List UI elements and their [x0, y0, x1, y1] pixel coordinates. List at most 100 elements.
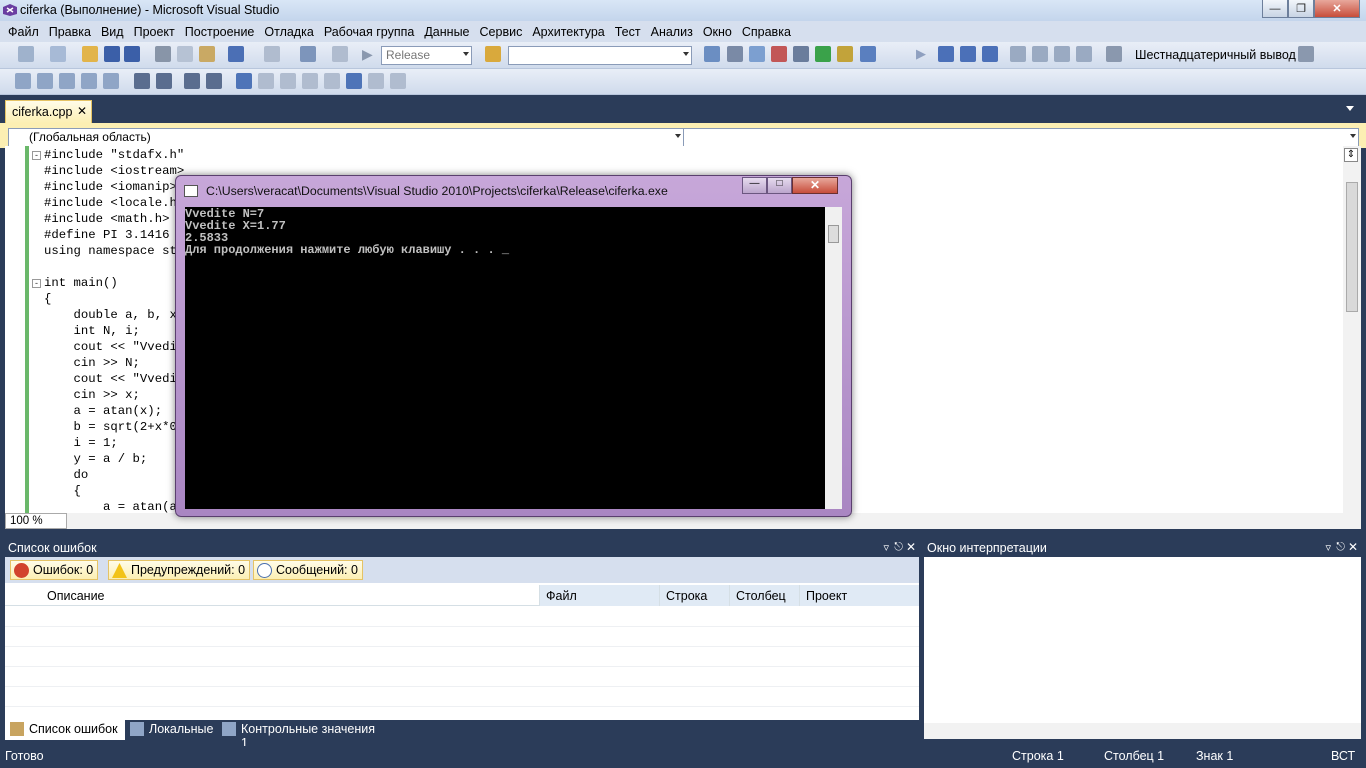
break-all-icon[interactable]: [938, 46, 954, 62]
menu-project[interactable]: Проект: [129, 25, 180, 39]
tab-locals[interactable]: Локальные: [125, 720, 217, 740]
undo-icon[interactable]: [228, 46, 244, 62]
cut-icon[interactable]: [155, 46, 171, 62]
start-debugging-icon[interactable]: ▶: [362, 46, 378, 62]
menu-edit[interactable]: Правка: [44, 25, 96, 39]
solution-explorer-icon[interactable]: [704, 46, 720, 62]
outline-collapse-icon[interactable]: -: [32, 279, 41, 288]
zoom-combo[interactable]: 100 %: [5, 513, 67, 529]
console-scroll-thumb[interactable]: [828, 225, 839, 243]
previous-bookmark-folder-icon[interactable]: [302, 73, 318, 89]
show-next-statement-icon[interactable]: [1010, 46, 1026, 62]
console-window[interactable]: C:\Users\veracat\Documents\Visual Studio…: [175, 175, 852, 517]
next-bookmark-folder-icon[interactable]: [324, 73, 340, 89]
properties-icon[interactable]: [727, 46, 743, 62]
new-project-icon[interactable]: [18, 46, 34, 62]
menu-help[interactable]: Справка: [737, 25, 796, 39]
hex-output-label[interactable]: Шестнадцатеричный вывод: [1135, 48, 1296, 62]
menu-tools[interactable]: Сервис: [475, 25, 528, 39]
toolbar-options-icon[interactable]: [1298, 46, 1314, 62]
scrollbar-thumb[interactable]: [1346, 182, 1358, 312]
decrease-indent-icon[interactable]: [134, 73, 150, 89]
paste-icon[interactable]: [199, 46, 215, 62]
close-button[interactable]: ✕: [1314, 0, 1360, 18]
add-item-icon[interactable]: [50, 46, 66, 62]
warnings-filter-button[interactable]: Предупреждений: 0: [108, 560, 251, 580]
class-view-icon[interactable]: [837, 46, 853, 62]
clear-bookmarks-icon[interactable]: [390, 73, 406, 89]
panel-close-icon[interactable]: ✕: [1348, 540, 1358, 554]
menu-team[interactable]: Рабочая группа: [319, 25, 420, 39]
menu-architecture[interactable]: Архитектура: [527, 25, 609, 39]
display-object-member-list-icon[interactable]: [15, 73, 31, 89]
column-line[interactable]: Строка: [659, 585, 729, 606]
outline-collapse-icon[interactable]: -: [32, 151, 41, 160]
open-file-icon[interactable]: [82, 46, 98, 62]
copy-icon[interactable]: [177, 46, 193, 62]
immediate-horizontal-scrollbar[interactable]: [924, 723, 1361, 739]
find-combo[interactable]: [508, 46, 692, 65]
tools-icon[interactable]: [793, 46, 809, 62]
save-all-icon[interactable]: [124, 46, 140, 62]
next-bookmark-icon[interactable]: [280, 73, 296, 89]
stop-debugging-icon[interactable]: [960, 46, 976, 62]
auto-hide-icon[interactable]: ⎋: [894, 541, 903, 554]
next-bookmark-doc-icon[interactable]: [368, 73, 384, 89]
maximize-button[interactable]: ❐: [1288, 0, 1314, 18]
display-parameter-icon[interactable]: [103, 73, 119, 89]
menu-view[interactable]: Вид: [96, 25, 129, 39]
save-icon[interactable]: [104, 46, 120, 62]
object-browser-icon[interactable]: [749, 46, 765, 62]
column-file[interactable]: Файл: [539, 585, 659, 606]
scope-combo[interactable]: (Глобальная область): [8, 128, 684, 147]
menu-window[interactable]: Окно: [698, 25, 737, 39]
step-out-icon[interactable]: [1076, 46, 1092, 62]
pin-icon[interactable]: ▿: [1325, 541, 1331, 554]
quick-info-icon[interactable]: [59, 73, 75, 89]
comment-out-icon[interactable]: [184, 73, 200, 89]
column-column[interactable]: Столбец: [729, 585, 799, 606]
toolbox-icon[interactable]: [771, 46, 787, 62]
find-in-files-icon[interactable]: [485, 46, 501, 62]
menu-test[interactable]: Тест: [610, 25, 646, 39]
panel-close-icon[interactable]: ✕: [906, 540, 916, 554]
step-over-icon[interactable]: [1054, 46, 1070, 62]
console-maximize-button[interactable]: □: [767, 177, 792, 194]
uncomment-icon[interactable]: [206, 73, 222, 89]
console-scrollbar[interactable]: [825, 207, 842, 509]
solution-config-combo[interactable]: Release: [381, 46, 472, 65]
tab-dropdown-icon[interactable]: [1346, 106, 1354, 111]
menu-debug[interactable]: Отладка: [259, 25, 318, 39]
continue-icon[interactable]: ▶: [916, 46, 932, 62]
restart-icon[interactable]: [982, 46, 998, 62]
editor-vertical-scrollbar[interactable]: ⇕: [1343, 146, 1361, 514]
close-tab-icon[interactable]: ✕: [77, 104, 87, 118]
menu-build[interactable]: Построение: [180, 25, 260, 39]
split-icon[interactable]: ⇕: [1344, 148, 1358, 162]
console-close-button[interactable]: ✕: [792, 177, 838, 194]
command-window-icon[interactable]: [860, 46, 876, 62]
column-description[interactable]: Описание: [41, 585, 539, 606]
menu-data[interactable]: Данные: [419, 25, 474, 39]
tab-ciferka-cpp[interactable]: ciferka.cpp ✕: [5, 100, 92, 123]
previous-bookmark-icon[interactable]: [258, 73, 274, 89]
complete-word-icon[interactable]: [81, 73, 97, 89]
immediate-window[interactable]: [924, 557, 1361, 723]
minimize-button[interactable]: —: [1262, 0, 1288, 18]
tab-watch-1[interactable]: Контрольные значения 1: [217, 720, 387, 750]
menu-analyze[interactable]: Анализ: [646, 25, 698, 39]
member-combo[interactable]: [683, 128, 1359, 147]
extension-manager-icon[interactable]: [815, 46, 831, 62]
navigate-back-icon[interactable]: [300, 46, 316, 62]
redo-icon[interactable]: [264, 46, 280, 62]
menu-file[interactable]: Файл: [3, 25, 44, 39]
tab-error-list[interactable]: Список ошибок: [5, 720, 125, 740]
breakpoints-icon[interactable]: [1106, 46, 1122, 62]
increase-indent-icon[interactable]: [156, 73, 172, 89]
column-project[interactable]: Проект: [799, 585, 919, 606]
auto-hide-icon[interactable]: ⎋: [1336, 541, 1345, 554]
errors-filter-button[interactable]: Ошибок: 0: [10, 560, 99, 580]
parameter-info-icon[interactable]: [37, 73, 53, 89]
pin-icon[interactable]: ▿: [883, 541, 889, 554]
previous-bookmark-doc-icon[interactable]: [346, 73, 362, 89]
